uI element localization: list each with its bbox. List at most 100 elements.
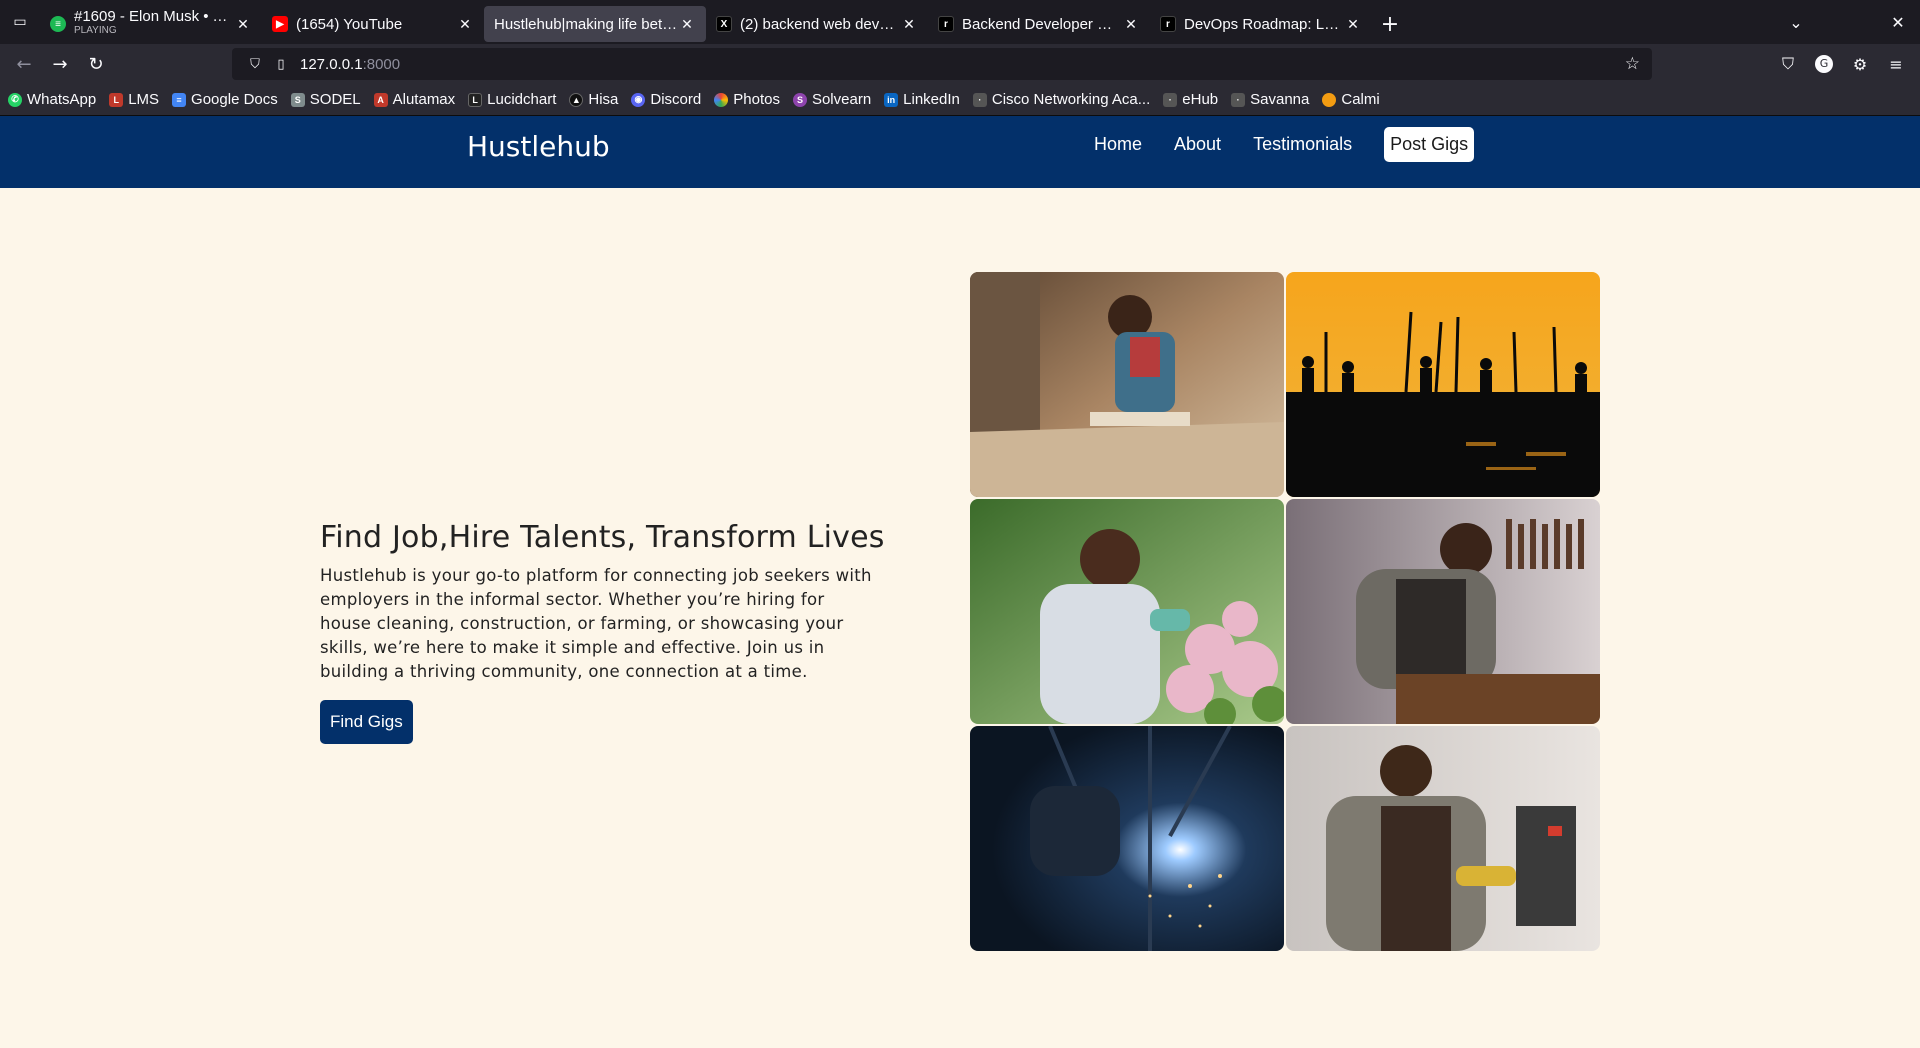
pocket-icon[interactable]: ⛉ bbox=[1770, 54, 1806, 74]
carpentry-photo bbox=[970, 272, 1284, 497]
bookmark-label: Google Docs bbox=[191, 91, 278, 108]
tab-x[interactable]: X (2) backend web develop ✕ bbox=[706, 6, 928, 42]
navigation-toolbar: ← → ↻ ⛉ ▯ 127.0.0.1:8000 ☆ ⛉ G ⚙ ≡ bbox=[0, 44, 1920, 84]
google-docs-icon: ≡ bbox=[172, 92, 187, 107]
tab-title: (1654) YouTube bbox=[296, 15, 403, 33]
site-header: Hustlehub Home About Testimonials Post G… bbox=[0, 116, 1920, 188]
post-gigs-button[interactable]: Post Gigs bbox=[1384, 127, 1475, 162]
tab-spotify[interactable]: ≡ #1609 - Elon Musk • The PLAYING ✕ bbox=[40, 6, 262, 42]
nav-home-link[interactable]: Home bbox=[1078, 126, 1158, 163]
whatsapp-icon: ✆ bbox=[8, 92, 22, 107]
tab-title: #1609 - Elon Musk • The bbox=[74, 10, 234, 24]
hisa-icon: ▲ bbox=[569, 92, 584, 107]
spotify-icon: ≡ bbox=[50, 16, 66, 32]
close-tab-icon[interactable]: ✕ bbox=[456, 16, 474, 33]
roadmap-icon: r bbox=[938, 16, 954, 32]
bookmark-google-docs[interactable]: ≡ Google Docs bbox=[172, 91, 278, 108]
youtube-icon: ▶ bbox=[272, 16, 288, 32]
gardener-photo bbox=[970, 499, 1284, 724]
photos-icon bbox=[714, 92, 729, 107]
bookmark-label: Solvearn bbox=[811, 91, 872, 108]
lucidchart-icon: L bbox=[468, 92, 483, 107]
site-logo[interactable]: Hustlehub bbox=[467, 130, 610, 163]
bookmark-alutamax[interactable]: A Alutamax bbox=[373, 91, 456, 108]
close-tab-icon[interactable]: ✕ bbox=[1122, 16, 1140, 33]
bookmark-sodel[interactable]: S SODEL bbox=[290, 91, 361, 108]
tab-title: (2) backend web develop bbox=[740, 15, 900, 33]
chevron-down-icon[interactable]: ⌄ bbox=[1774, 13, 1818, 32]
solvearn-icon: S bbox=[792, 92, 807, 107]
bookmark-label: Discord bbox=[650, 91, 702, 108]
url-port: :8000 bbox=[362, 55, 401, 73]
nav-about-link[interactable]: About bbox=[1158, 126, 1237, 163]
tab-backend-roadmap[interactable]: r Backend Developer Road ✕ bbox=[928, 6, 1150, 42]
tab-subtitle: PLAYING bbox=[74, 25, 117, 36]
shield-icon[interactable]: ⛉ bbox=[242, 57, 268, 72]
bookmark-linkedin[interactable]: in LinkedIn bbox=[884, 91, 960, 108]
bookmark-label: LMS bbox=[128, 91, 160, 108]
savanna-icon: · bbox=[1231, 92, 1246, 107]
close-tab-icon[interactable]: ✕ bbox=[234, 16, 252, 33]
bookmark-star-icon[interactable]: ☆ bbox=[1625, 54, 1640, 74]
close-tab-icon[interactable]: ✕ bbox=[1344, 16, 1362, 33]
forward-icon[interactable]: → bbox=[42, 48, 78, 80]
sodel-icon: S bbox=[290, 92, 305, 107]
tab-devops-roadmap[interactable]: r DevOps Roadmap: Learn ✕ bbox=[1150, 6, 1372, 42]
lms-icon: L bbox=[109, 92, 124, 107]
bookmarks-bar: ✆ WhatsApp L LMS ≡ Google Docs S SODEL A Alut… bbox=[0, 84, 1920, 116]
bookmark-label: Hisa bbox=[588, 91, 619, 108]
menu-icon[interactable]: ≡ bbox=[1878, 55, 1914, 74]
url-host: 127.0.0.1 bbox=[300, 55, 363, 73]
calmi-icon bbox=[1322, 92, 1337, 107]
tab-list-icon[interactable]: ▭ bbox=[0, 0, 40, 44]
bookmark-label: Photos bbox=[733, 91, 780, 108]
cisco-icon: · bbox=[972, 92, 987, 107]
bookmark-whatsapp[interactable]: ✆ WhatsApp bbox=[8, 91, 96, 108]
site-menu: Home About Testimonials Post Gigs bbox=[1078, 126, 1475, 163]
bookmark-label: Alutamax bbox=[392, 91, 456, 108]
nav-testimonials-link[interactable]: Testimonials bbox=[1237, 126, 1368, 163]
reload-icon[interactable]: ↻ bbox=[78, 48, 114, 80]
bookmark-label: Calmi bbox=[1341, 91, 1380, 108]
close-window-icon[interactable]: ✕ bbox=[1876, 13, 1920, 32]
bookmark-label: Cisco Networking Aca... bbox=[991, 91, 1151, 108]
tab-title: Hustlehub|making life better bbox=[494, 15, 678, 33]
page-icon: ▯ bbox=[277, 56, 285, 72]
tab-strip: ▭ ≡ #1609 - Elon Musk • The PLAYING ✕ ▶ … bbox=[0, 0, 1920, 44]
bookmark-hisa[interactable]: ▲ Hisa bbox=[569, 91, 618, 108]
page-viewport: Hustlehub Home About Testimonials Post G… bbox=[0, 116, 1920, 1048]
bookmark-cisco[interactable]: · Cisco Networking Aca... bbox=[972, 91, 1151, 108]
photo-gallery bbox=[970, 272, 1600, 951]
alutamax-icon: A bbox=[373, 92, 388, 107]
bookmark-lms[interactable]: L LMS bbox=[109, 91, 159, 108]
woodworker-photo bbox=[1286, 499, 1600, 724]
roadmap-icon: r bbox=[1160, 16, 1176, 32]
find-gigs-button[interactable]: Find Gigs bbox=[320, 700, 413, 744]
bookmark-lucidchart[interactable]: L Lucidchart bbox=[468, 91, 556, 108]
bookmark-label: LinkedIn bbox=[903, 91, 960, 108]
bookmark-discord[interactable]: ◉ Discord bbox=[631, 91, 701, 108]
x-icon: X bbox=[716, 16, 732, 32]
url-bar[interactable]: ⛉ ▯ 127.0.0.1:8000 ☆ bbox=[232, 48, 1652, 80]
tab-hustlehub[interactable]: Hustlehub|making life better ✕ bbox=[484, 6, 706, 42]
bookmark-ehub[interactable]: · eHub bbox=[1163, 91, 1218, 108]
bookmark-label: WhatsApp bbox=[27, 91, 97, 108]
tab-youtube[interactable]: ▶ (1654) YouTube ✕ bbox=[262, 6, 484, 42]
bookmark-calmi[interactable]: Calmi bbox=[1322, 91, 1380, 108]
tab-title: DevOps Roadmap: Learn bbox=[1184, 15, 1344, 33]
bookmark-photos[interactable]: Photos bbox=[714, 91, 780, 108]
new-tab-button[interactable]: + bbox=[1372, 6, 1408, 42]
close-tab-icon[interactable]: ✕ bbox=[900, 16, 918, 33]
extensions-icon[interactable]: ⚙ bbox=[1842, 55, 1878, 74]
back-icon[interactable]: ← bbox=[6, 48, 42, 80]
close-tab-icon[interactable]: ✕ bbox=[678, 16, 696, 33]
bookmark-savanna[interactable]: · Savanna bbox=[1231, 91, 1309, 108]
linkedin-icon: in bbox=[884, 92, 899, 107]
account-icon[interactable]: G bbox=[1815, 55, 1833, 73]
bookmark-solvearn[interactable]: S Solvearn bbox=[792, 91, 872, 108]
bookmark-label: SODEL bbox=[309, 91, 361, 108]
discord-icon: ◉ bbox=[631, 92, 646, 107]
bookmark-label: Savanna bbox=[1250, 91, 1310, 108]
tab-title: Backend Developer Road bbox=[962, 15, 1122, 33]
electrician-photo bbox=[1286, 726, 1600, 951]
